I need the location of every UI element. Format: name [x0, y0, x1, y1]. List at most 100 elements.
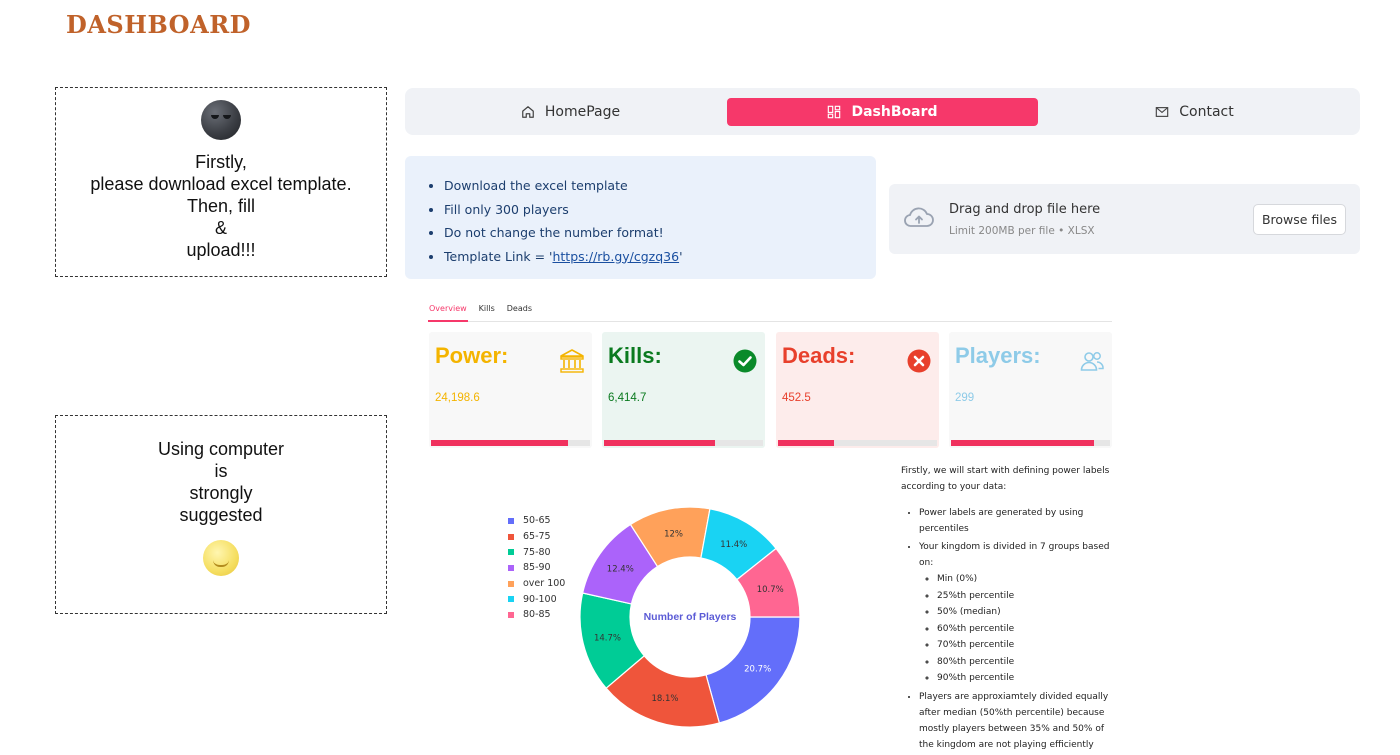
full-moon-face-icon	[203, 540, 239, 576]
card-title: Players:	[955, 343, 1041, 368]
card-progress-fill	[604, 440, 716, 446]
metric-card-power: Power: 24,198.6	[429, 332, 592, 448]
legend-swatch	[508, 611, 514, 618]
instructions-panel: Download the excel template Fill only 30…	[405, 156, 876, 279]
cloud-upload-icon	[904, 207, 934, 227]
browse-files-button[interactable]: Browse files	[1253, 204, 1346, 235]
legend-label: 50-65	[523, 515, 551, 527]
legend-item[interactable]: 65-75	[508, 529, 565, 545]
group-item: 25%th percentile	[937, 588, 1121, 605]
slice-label: 20.7%	[744, 664, 771, 674]
explain-bullet-text: Your kingdom is divided in 7 groups base…	[919, 542, 1110, 568]
note-line: Firstly,	[195, 152, 247, 172]
explain-bullet: Power labels are generated by using perc…	[919, 505, 1121, 537]
card-progress	[431, 440, 590, 446]
card-progress-fill	[951, 440, 1095, 446]
slice-label: 11.4%	[720, 540, 747, 550]
tab-deads[interactable]: Deads	[506, 300, 533, 322]
slice-label: 14.7%	[594, 633, 621, 643]
upload-title: Drag and drop file here	[949, 202, 1101, 217]
page-title: DASHBOARD	[66, 10, 251, 39]
computer-suggestion-note: Using computer is strongly suggested	[55, 415, 387, 614]
legend-swatch	[508, 517, 514, 524]
note-line: please download excel template.	[90, 174, 352, 194]
card-value: 24,198.6	[435, 392, 480, 404]
card-progress	[951, 440, 1110, 446]
legend-label: 75-80	[523, 546, 551, 558]
legend-item[interactable]: 75-80	[508, 544, 565, 560]
card-progress-fill	[431, 440, 568, 446]
legend-item[interactable]: 85-90	[508, 560, 565, 576]
legend-label: 65-75	[523, 531, 551, 543]
group-item: Min (0%)	[937, 571, 1121, 588]
legend-label: 85-90	[523, 562, 551, 574]
group-item: 60%th percentile	[937, 621, 1121, 638]
legend-label: over 100	[523, 578, 566, 590]
metric-card-players: Players: 299	[949, 332, 1112, 448]
group-item: 90%th percentile	[937, 670, 1121, 687]
nav-label: HomePage	[544, 104, 621, 120]
check-circle-icon	[733, 349, 757, 373]
card-value: 452.5	[782, 392, 811, 404]
explain-bullet: Players are approxiamtely divided equall…	[919, 689, 1121, 753]
legend-swatch	[508, 549, 514, 556]
slice-label: 10.7%	[757, 585, 784, 595]
power-labels-explanation: Firstly, we will start with defining pow…	[901, 463, 1121, 755]
users-icon	[1080, 352, 1104, 371]
link-prefix: Template Link = '	[444, 248, 553, 264]
dashboard-grid-icon	[828, 105, 841, 119]
nav-item-contact[interactable]: Contact	[1039, 98, 1350, 126]
metric-card-deads: Deads: 452.5	[776, 332, 939, 448]
template-link[interactable]: https://rb.gy/cgzq36	[552, 249, 679, 264]
slice-label: 12.4%	[607, 564, 634, 574]
legend-swatch	[508, 564, 514, 571]
legend-item[interactable]: 50-65	[508, 513, 565, 529]
legend-item[interactable]: 90-100	[508, 591, 565, 607]
legend-item[interactable]: over 100	[508, 576, 565, 592]
card-value: 6,414.7	[608, 392, 647, 404]
template-link-item: Template Link = 'https://rb.gy/cgzq36'	[444, 245, 876, 269]
note-line: upload!!!	[186, 240, 256, 260]
legend-swatch	[508, 533, 514, 540]
legend-label: 90-100	[523, 593, 557, 605]
tab-overview[interactable]: Overview	[428, 300, 468, 322]
card-title: Deads:	[782, 343, 856, 368]
card-progress	[604, 440, 763, 446]
note-line: strongly	[189, 483, 253, 503]
slice-label: 18.1%	[651, 694, 678, 704]
upload-limit: Limit 200MB per file • XLSX	[949, 225, 1095, 237]
metric-card-kills: Kills: 6,414.7	[602, 332, 765, 448]
file-uploader[interactable]: Drag and drop file here Limit 200MB per …	[889, 184, 1360, 254]
note-line: is	[214, 461, 228, 481]
legend-label: 80-85	[523, 609, 551, 621]
dashboard-tabs: Overview Kills Deads	[428, 300, 1112, 322]
players-donut-chart: 20.7% 18.1% 14.7% 12.4% 12% 11.4% 10.7% Number …	[579, 506, 801, 728]
donut-center-label: Number of Players	[644, 611, 737, 623]
group-item: 80%th percentile	[937, 654, 1121, 671]
nav-item-homepage[interactable]: HomePage	[415, 98, 726, 126]
x-circle-icon	[907, 349, 931, 373]
nav-label: Contact	[1179, 104, 1234, 120]
legend-swatch	[508, 596, 514, 603]
note-line: Using computer	[157, 439, 285, 459]
instruction-item: Download the excel template	[444, 174, 876, 198]
home-icon	[522, 106, 534, 118]
card-title: Kills:	[608, 343, 662, 368]
note-line: Then, fill	[186, 196, 256, 216]
group-item: 50% (median)	[937, 604, 1121, 621]
card-progress	[778, 440, 937, 446]
card-title: Power:	[435, 343, 509, 368]
note-line: &	[214, 218, 227, 238]
nav-item-dashboard[interactable]: DashBoard	[727, 98, 1038, 126]
top-navigation: HomePage DashBoard Contact	[405, 88, 1360, 135]
bank-icon	[560, 349, 584, 373]
tab-kills[interactable]: Kills	[478, 300, 496, 322]
envelope-icon	[1156, 107, 1169, 117]
legend-item[interactable]: 80-85	[508, 607, 565, 623]
instructions-note: Firstly, please download excel template.…	[55, 87, 387, 277]
nav-label: DashBoard	[851, 104, 938, 120]
legend-swatch	[508, 580, 514, 587]
card-value: 299	[955, 392, 975, 404]
chart-legend: 50-65 65-75 75-80 85-90 over 100 90-100 80-85	[508, 513, 565, 623]
card-progress-fill	[778, 440, 834, 446]
